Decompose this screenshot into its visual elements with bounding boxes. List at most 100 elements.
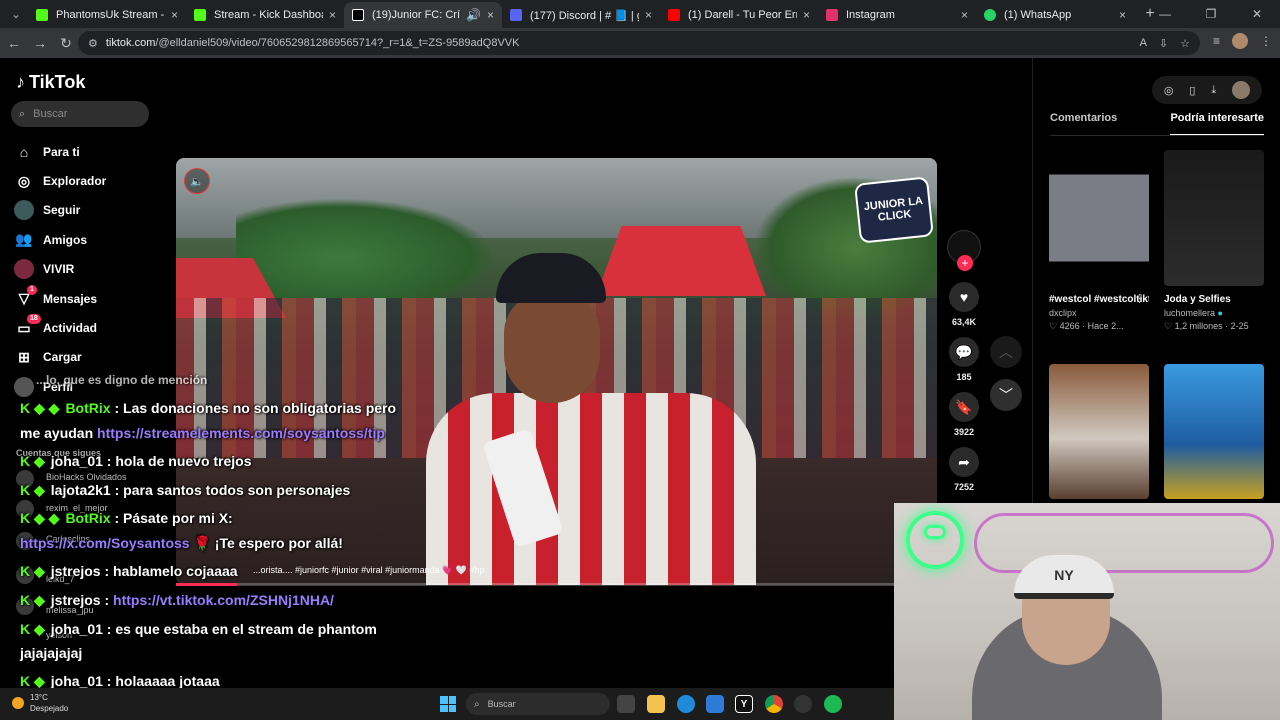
compass-icon[interactable]: ◎ [1164, 84, 1174, 97]
browser-tab[interactable]: (1) WhatsApp × [976, 2, 1134, 28]
sidebar-item-amigos[interactable]: 👥 Amigos [14, 225, 106, 254]
restore-icon[interactable]: ❐ [1188, 0, 1234, 28]
bookmark-star-icon[interactable]: ☆ [1180, 37, 1190, 50]
share-count: 7252 [953, 482, 975, 492]
ycombinator-icon[interactable]: Y [735, 695, 753, 713]
video-thumbnail[interactable] [1049, 364, 1149, 499]
suggested-video-card[interactable]: Joda y Selfies luchomellera ● ♡ 1,2 mill… [1164, 150, 1264, 332]
browser-tab[interactable]: PhantomsUk Stream - Watch Li × [28, 2, 186, 28]
windows-start-icon[interactable] [440, 696, 456, 712]
suggested-video-card[interactable] [1164, 364, 1264, 499]
previous-video-chevron-up-icon[interactable]: ︿ [990, 336, 1022, 368]
share-arrow-icon[interactable]: ➦ [949, 447, 979, 477]
tab-close-icon[interactable]: × [645, 8, 652, 22]
chat-username[interactable]: jstrejos [51, 563, 101, 579]
junior-la-click-logo: JUNIOR LA CLICK [854, 176, 934, 244]
sidebar-item-mensajes[interactable]: ▽ 1 Mensajes [14, 284, 106, 313]
creator-avatar[interactable]: + [947, 230, 981, 271]
video-thumbnail[interactable] [1049, 150, 1149, 286]
forward-icon[interactable]: → [28, 35, 52, 51]
reload-icon[interactable]: ↻ [54, 35, 78, 52]
taskbar-search[interactable]: ⌕ Buscar [466, 693, 610, 715]
user-avatar[interactable] [1232, 81, 1251, 99]
suggested-video-card[interactable] [1049, 364, 1149, 499]
bookmark-icon[interactable]: 🔖 [949, 392, 979, 422]
task-view-icon[interactable] [617, 695, 635, 713]
back-icon[interactable]: ← [2, 35, 26, 51]
volume-icon[interactable]: 🔈 [184, 168, 210, 194]
like-heart-icon[interactable]: ♥ [949, 282, 979, 312]
tab-close-icon[interactable]: × [1119, 8, 1126, 22]
weather-text: 13°C Despejado [30, 692, 68, 714]
streamer-webcam: NY [894, 503, 1280, 720]
profile-avatar-icon[interactable] [1232, 33, 1248, 49]
translate-icon[interactable]: A [1140, 37, 1147, 49]
sidebar-item-explorador[interactable]: ◎ Explorador [14, 166, 106, 195]
comment-count: 185 [956, 372, 972, 382]
tab-title: (1) WhatsApp [1004, 9, 1072, 21]
close-window-icon[interactable]: ✕ [1234, 0, 1280, 28]
sidebar-item-cargar[interactable]: ⊞ Cargar [14, 343, 106, 372]
chat-username[interactable]: joha_01 [51, 673, 103, 689]
sidebar-item-vivir[interactable]: VIVIR [14, 255, 106, 284]
chat-link[interactable]: https://vt.tiktok.com/ZSHNj1NHA/ [113, 592, 334, 608]
card-username-row[interactable]: luchomellera ● [1164, 308, 1264, 318]
obs-icon[interactable] [794, 695, 812, 713]
chat-username[interactable]: jstrejos [51, 592, 101, 608]
weather-widget[interactable]: 13°C Despejado [12, 692, 68, 714]
tab-search-icon[interactable]: ⌄ [4, 4, 28, 24]
chat-username[interactable]: lajota2k1 [51, 482, 111, 498]
spotify-icon[interactable] [824, 695, 842, 713]
notification-badge: 18 [27, 314, 41, 325]
browser-tab[interactable]: Instagram × [818, 2, 976, 28]
edge-icon[interactable] [677, 695, 695, 713]
tab-close-icon[interactable]: × [961, 8, 968, 22]
browser-tab[interactable]: Stream - Kick Dashboard × [186, 2, 344, 28]
tab-close-icon[interactable]: × [171, 8, 178, 22]
search-input[interactable]: ⌕ Buscar [11, 101, 149, 127]
chat-username[interactable]: BotRix [65, 400, 110, 416]
site-info-icon[interactable]: ⚙ [88, 37, 98, 50]
store-icon[interactable] [706, 695, 724, 713]
browser-tab-active[interactable]: (19)Junior FC: Críticas y Co 🔊 × [344, 2, 502, 28]
tab-close-icon[interactable]: × [803, 8, 810, 22]
video-thumbnail[interactable] [1164, 364, 1264, 499]
follow-plus-icon[interactable]: + [957, 255, 973, 271]
menu-kebab-icon[interactable]: ⋮ [1260, 34, 1272, 48]
suggested-video-card[interactable]: #westcol #westcoltiktoker... ⋮ dxclipx ♡… [1049, 150, 1149, 332]
download-icon[interactable]: ⤓ [1211, 84, 1216, 97]
tab-search-list-icon[interactable]: ≡ [1213, 34, 1220, 48]
tiktok-logo[interactable]: ♪ TikTok [16, 72, 85, 93]
install-app-icon[interactable]: ⇩ [1159, 37, 1168, 50]
following-avatar-icon [14, 200, 34, 221]
sidebar-item-seguir[interactable]: Seguir [14, 196, 106, 225]
sidebar-item-label: Amigos [43, 232, 88, 247]
browser-tab[interactable]: (1) Darell - Tu Peor Error [Offici × [660, 2, 818, 28]
chat-link[interactable]: https://x.com/Soysantoss [20, 535, 190, 551]
chat-username[interactable]: joha_01 [51, 621, 103, 637]
file-explorer-icon[interactable] [647, 695, 665, 713]
save-count: 3922 [953, 427, 975, 437]
chat-link[interactable]: https://streamelements.com/soysantoss/ti… [97, 425, 385, 441]
card-username[interactable]: dxclipx [1049, 308, 1149, 318]
more-options-icon[interactable]: ⋮ [1134, 292, 1145, 305]
address-bar[interactable]: ⚙ tiktok.com /@elldaniel509/video/760652… [78, 31, 1200, 55]
sidebar-item-actividad[interactable]: ▭ 18 Actividad [14, 313, 106, 342]
tab-audio-icon[interactable]: 🔊 [466, 8, 481, 22]
next-video-chevron-down-icon[interactable]: ﹀ [990, 379, 1022, 411]
comment-bubble-icon[interactable]: 💬 [949, 337, 979, 367]
chat-username[interactable]: BotRix [65, 510, 110, 526]
tab-comentarios[interactable]: Comentarios [1050, 112, 1117, 136]
card-username[interactable]: luchomellera [1164, 308, 1215, 318]
chrome-icon[interactable] [765, 695, 783, 713]
minimize-icon[interactable]: — [1142, 0, 1188, 28]
sidebar-item-para-ti[interactable]: ⌂ Para ti [14, 137, 106, 166]
tab-close-icon[interactable]: × [487, 8, 494, 22]
device-icon[interactable]: ▯ [1189, 84, 1195, 97]
tab-close-icon[interactable]: × [329, 8, 336, 22]
chat-username[interactable]: joha_01 [51, 453, 103, 469]
browser-tab[interactable]: (177) Discord | # 📘 | guías | KIC × [502, 2, 660, 28]
tab-podria-interesarte[interactable]: Podría interesarte [1170, 112, 1264, 136]
card-meta: ♡ 4266 · Hace 2... [1049, 321, 1124, 331]
video-thumbnail[interactable] [1164, 150, 1264, 286]
